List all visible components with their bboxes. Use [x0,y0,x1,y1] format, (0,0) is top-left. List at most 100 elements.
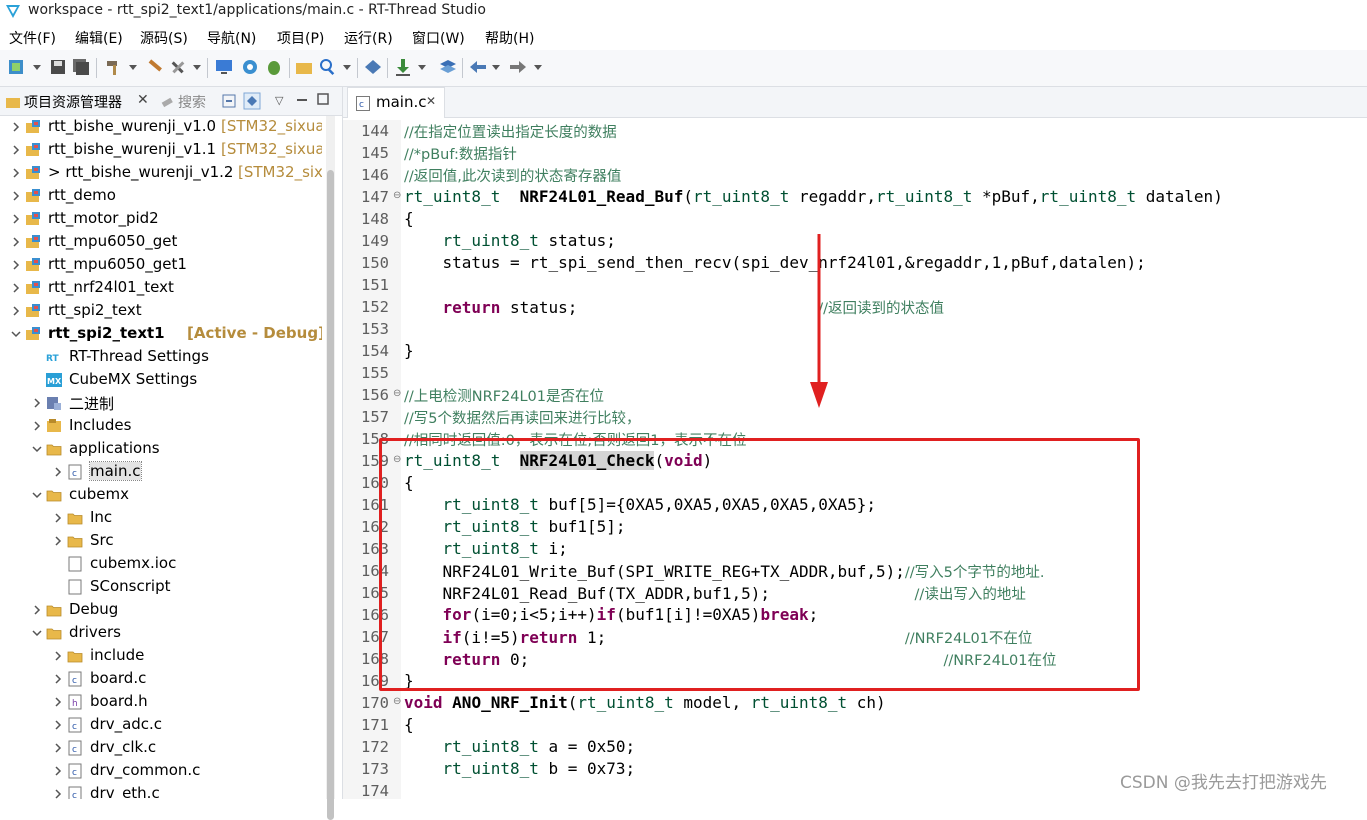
code-line[interactable]: 144 //在指定位置读出指定长度的数据 [343,120,1367,142]
new-dropdown-caret[interactable] [33,65,41,70]
menu-help[interactable]: 帮助(H) [485,28,534,48]
chevron-right-icon[interactable] [52,466,64,478]
code-line[interactable]: 156 ⊖//上电检测NRF24L01是否在位 [343,384,1367,406]
tree-item[interactable]: cubemx [0,484,322,507]
code-line[interactable]: 171 { [343,714,1367,736]
chevron-right-icon[interactable] [10,236,22,248]
code-line[interactable]: 151 [343,274,1367,296]
monitor-icon[interactable] [214,57,234,77]
menu-source[interactable]: 源码(S) [140,28,188,48]
open-folder-icon[interactable] [294,57,314,77]
chevron-right-icon[interactable] [31,604,43,616]
code-line[interactable]: 155 [343,362,1367,384]
tree-item[interactable]: c main.c [0,461,322,484]
code-line[interactable]: 147 ⊖ rt_uint8_t NRF24L01_Read_Buf(rt_uint… [343,186,1367,208]
tree-item[interactable]: rtt_bishe_wurenji_v1.0[STM32_sixuan [0,116,322,139]
tree-item[interactable]: rtt_demo [0,185,322,208]
tree-item[interactable]: c board.c [0,668,322,691]
new-icon[interactable] [6,57,26,77]
tree-item[interactable]: rtt_mpu6050_get1 [0,254,322,277]
build-dropdown-caret[interactable] [129,65,137,70]
close-icon[interactable]: ✕ [137,92,149,108]
chevron-down-icon[interactable] [31,489,43,501]
perspective-icon[interactable] [363,57,383,77]
tree-item[interactable]: h board.h [0,691,322,714]
tree-item[interactable]: rtt_mpu6050_get [0,231,322,254]
search-icon[interactable] [318,57,338,77]
chevron-down-icon[interactable] [10,328,22,340]
tab-project-explorer[interactable]: 项目资源管理器 [24,92,122,112]
fold-toggle-icon[interactable]: ⊖ [393,388,401,399]
scrollbar-thumb[interactable] [327,170,334,820]
tree-item[interactable]: c drv_common.c [0,760,322,783]
forward-dropdown-caret[interactable] [534,65,542,70]
chevron-right-icon[interactable] [10,305,22,317]
back-arrow-icon[interactable] [468,57,488,77]
tree-item[interactable]: drivers [0,622,322,645]
tools-dropdown-caret[interactable] [193,65,201,70]
chevron-right-icon[interactable] [52,742,64,754]
tree-item[interactable]: > rtt_bishe_wurenji_v1.2[STM32_sixu [0,162,322,185]
menu-edit[interactable]: 编辑(E) [75,28,123,48]
code-line[interactable]: 146 //返回值,此次读到的状态寄存器值 [343,164,1367,186]
chevron-right-icon[interactable] [52,788,64,799]
tree-item[interactable]: rtt_spi2_text1 [Active - Debug] [0,323,322,346]
view-menu-icon[interactable]: ▽ [275,94,283,107]
tree-item[interactable]: Inc [0,507,322,530]
forward-arrow-icon[interactable] [508,57,528,77]
tree-item[interactable]: RT RT-Thread Settings [0,346,322,369]
collapse-all-icon[interactable] [222,94,236,108]
code-line[interactable]: 145 //*pBuf:数据指针 [343,142,1367,164]
chevron-right-icon[interactable] [10,144,22,156]
tree-item[interactable]: c drv_eth.c [0,783,322,799]
tree-item[interactable]: rtt_bishe_wurenji_v1.1[STM32_sixuan [0,139,322,162]
chevron-right-icon[interactable] [52,765,64,777]
debug-bug-icon[interactable] [264,57,284,77]
tree-scrollbar[interactable] [326,116,335,820]
tree-item[interactable]: Includes [0,415,322,438]
tree-item[interactable]: cubemx.ioc [0,553,322,576]
tree-item[interactable]: rtt_motor_pid2 [0,208,322,231]
back-dropdown-caret[interactable] [492,65,500,70]
chevron-right-icon[interactable] [10,259,22,271]
search-dropdown-caret[interactable] [343,65,351,70]
chevron-right-icon[interactable] [10,190,22,202]
tree-item[interactable]: 二进制 [0,392,322,415]
tree-item[interactable]: MX CubeMX Settings [0,369,322,392]
chevron-right-icon[interactable] [31,420,43,432]
tree-item[interactable]: Src [0,530,322,553]
tree-item[interactable]: rtt_nrf24l01_text [0,277,322,300]
code-line[interactable]: 157 //写5个数据然后再读回来进行比较， [343,406,1367,428]
close-tab-icon[interactable]: ✕ [426,94,436,108]
chevron-down-icon[interactable] [31,443,43,455]
chevron-right-icon[interactable] [10,167,22,179]
maximize-icon[interactable] [317,93,329,105]
chevron-right-icon[interactable] [52,696,64,708]
menu-run[interactable]: 运行(R) [344,28,393,48]
tree-item[interactable]: include [0,645,322,668]
rebuild-icon[interactable] [144,57,164,77]
code-line[interactable]: 149 rt_uint8_t status; [343,230,1367,252]
chevron-right-icon[interactable] [52,673,64,685]
chevron-right-icon[interactable] [10,121,22,133]
save-icon[interactable] [48,57,68,77]
tree-item[interactable]: rtt_spi2_text [0,300,322,323]
code-line[interactable]: 153 [343,318,1367,340]
tools-icon[interactable] [168,57,188,77]
tree-item[interactable]: c drv_adc.c [0,714,322,737]
chevron-right-icon[interactable] [31,397,43,409]
hammer-build-icon[interactable] [104,57,124,77]
tab-main-c[interactable]: c main.c ✕ [347,87,445,118]
link-editor-icon[interactable] [243,92,261,110]
code-line[interactable]: 170 ⊖ void ANO_NRF_Init(rt_uint8_t model, … [343,692,1367,714]
code-line[interactable]: 148 { [343,208,1367,230]
code-line[interactable]: 172 rt_uint8_t a = 0x50; [343,736,1367,758]
tree-item[interactable]: Debug [0,599,322,622]
code-line[interactable]: 150 status = rt_spi_send_then_recv(spi_d… [343,252,1367,274]
tree-item[interactable]: applications [0,438,322,461]
menu-project[interactable]: 项目(P) [277,28,324,48]
download-chip-icon[interactable] [240,57,260,77]
chevron-right-icon[interactable] [10,282,22,294]
tree-item[interactable]: c drv_clk.c [0,737,322,760]
chevron-right-icon[interactable] [10,213,22,225]
